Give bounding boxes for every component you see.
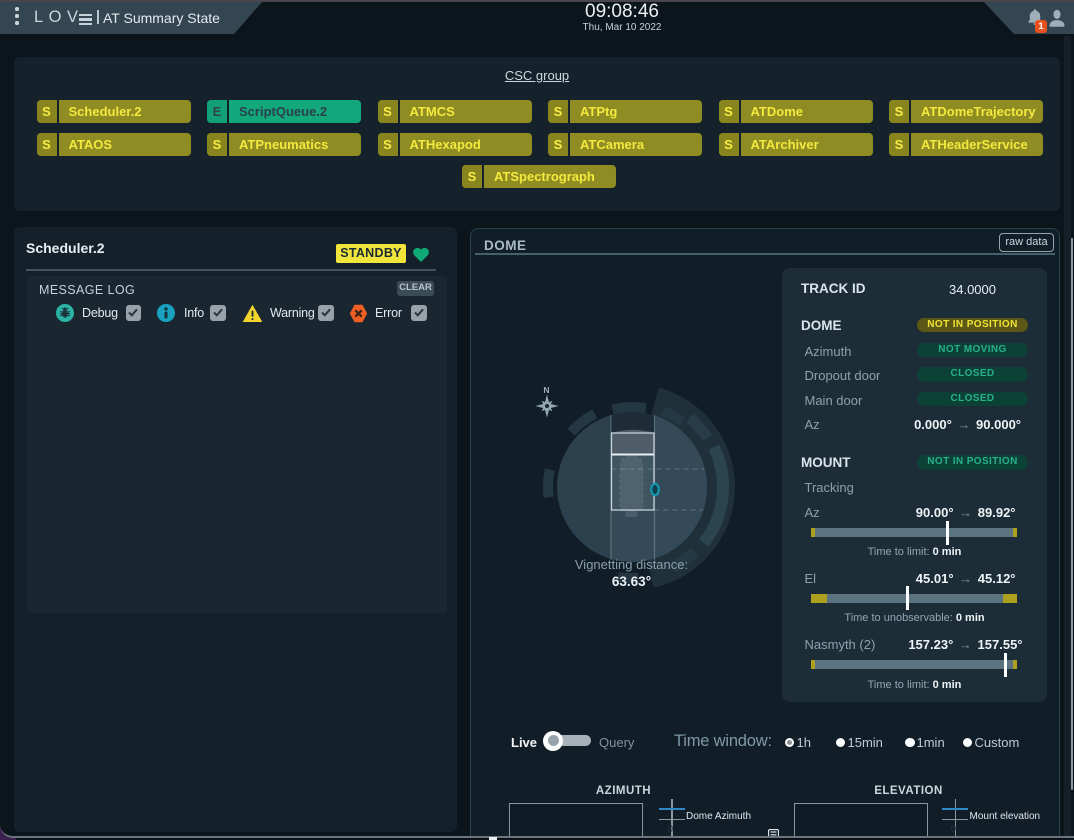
svg-text:N: N <box>543 385 549 395</box>
